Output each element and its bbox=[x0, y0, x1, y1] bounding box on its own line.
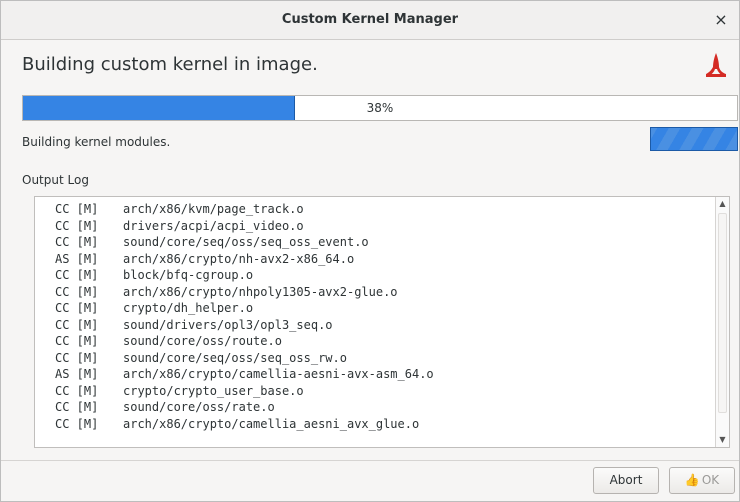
log-line-path: arch/x86/crypto/camellia-aesni-avx-asm_6… bbox=[123, 367, 434, 381]
log-line-path: sound/core/seq/oss/seq_oss_event.o bbox=[123, 235, 369, 249]
log-line-prefix: CC [M] bbox=[55, 284, 99, 299]
log-line: CC [M] sound/core/seq/oss/seq_oss_event.o bbox=[55, 234, 434, 251]
scroll-up-icon[interactable]: ▲ bbox=[716, 197, 729, 211]
red-ribbon-logo-icon bbox=[706, 53, 726, 77]
log-line-prefix: CC [M] bbox=[55, 218, 99, 233]
log-line-prefix: CC [M] bbox=[55, 350, 99, 365]
log-line-path: sound/core/oss/route.o bbox=[123, 334, 282, 348]
log-line-path: sound/core/oss/rate.o bbox=[123, 400, 275, 414]
log-line-path: arch/x86/crypto/camellia_aesni_avx_glue.… bbox=[123, 416, 420, 431]
dialog-content: Building custom kernel in image. 38% Bui… bbox=[1, 40, 739, 461]
log-line-prefix: CC [M] bbox=[55, 400, 99, 414]
log-line: CC [M] sound/core/oss/route.o bbox=[55, 333, 434, 350]
log-line: CC [M] sound/core/seq/oss/seq_oss_rw.o bbox=[55, 350, 434, 367]
log-line-prefix: CC [M] bbox=[55, 334, 99, 348]
log-line-prefix: CC [M] bbox=[55, 317, 99, 332]
page-title: Building custom kernel in image. bbox=[22, 54, 318, 75]
abort-button[interactable]: Abort bbox=[593, 467, 659, 494]
log-line-prefix: CC [M] bbox=[55, 268, 99, 282]
log-line: AS [M] arch/x86/crypto/nh-avx2-x86_64.o bbox=[55, 251, 434, 268]
log-line-prefix: CC [M] bbox=[55, 416, 99, 431]
close-icon[interactable]: × bbox=[711, 10, 731, 30]
log-line: AS [M] arch/x86/crypto/camellia-aesni-avx… bbox=[55, 366, 434, 383]
output-log-label: Output Log bbox=[22, 173, 89, 187]
output-log[interactable]: CC [M] arch/x86/kvm/page_track.o CC [M] dri… bbox=[34, 196, 730, 448]
ok-button[interactable]: 👍 OK bbox=[669, 467, 735, 494]
log-line: CC [M] drivers/acpi/acpi_video.o bbox=[55, 218, 434, 235]
log-line-path: sound/drivers/opl3/opl3_seq.o bbox=[123, 317, 333, 332]
log-line-prefix: AS [M] bbox=[55, 367, 99, 381]
log-line: CC [M] block/bfq-cgroup.o bbox=[55, 267, 434, 284]
scroll-thumb[interactable] bbox=[718, 213, 727, 413]
log-line-path: arch/x86/crypto/nhpoly1305-avx2-glue.o bbox=[123, 284, 398, 299]
progress-percent: 38% bbox=[366, 101, 394, 115]
status-text: Building kernel modules. bbox=[22, 135, 171, 149]
build-progress-bar: 38% bbox=[22, 95, 738, 121]
log-lines: CC [M] arch/x86/kvm/page_track.o CC [M] dri… bbox=[55, 201, 434, 432]
scroll-down-icon[interactable]: ▼ bbox=[716, 433, 729, 447]
log-line: CC [M] sound/drivers/opl3/opl3_seq.o bbox=[55, 317, 434, 334]
dialog-footer: Abort 👍 OK bbox=[1, 460, 739, 501]
log-line-path: block/bfq-cgroup.o bbox=[123, 268, 254, 282]
log-line: CC [M] crypto/dh_helper.o bbox=[55, 300, 434, 317]
log-line: CC [M] arch/x86/kvm/page_track.o bbox=[55, 201, 434, 218]
log-line-path: arch/x86/crypto/nh-avx2-x86_64.o bbox=[123, 251, 355, 266]
log-line-path: crypto/dh_helper.o bbox=[123, 301, 254, 315]
thumbs-up-icon: 👍 bbox=[684, 473, 700, 487]
title-bar[interactable]: Custom Kernel Manager × bbox=[1, 1, 739, 40]
ok-button-label: OK bbox=[701, 473, 720, 487]
log-line-path: sound/core/seq/oss/seq_oss_rw.o bbox=[123, 350, 347, 365]
dialog-window: Custom Kernel Manager × Building custom … bbox=[0, 0, 740, 502]
log-line-prefix: CC [M] bbox=[55, 202, 99, 216]
log-line-prefix: CC [M] bbox=[55, 383, 99, 398]
window-title: Custom Kernel Manager bbox=[281, 12, 459, 27]
log-line: CC [M] sound/core/oss/rate.o bbox=[55, 399, 434, 416]
log-line-path: crypto/crypto_user_base.o bbox=[123, 383, 304, 398]
log-line-prefix: CC [M] bbox=[55, 235, 99, 249]
log-line: CC [M] crypto/crypto_user_base.o bbox=[55, 383, 434, 400]
log-line-path: drivers/acpi/acpi_video.o bbox=[123, 218, 304, 233]
log-line: CC [M] arch/x86/crypto/camellia_aesni_avx… bbox=[55, 416, 434, 433]
log-line-prefix: AS [M] bbox=[55, 251, 99, 266]
activity-indicator bbox=[650, 127, 738, 151]
log-scrollbar[interactable]: ▲ ▼ bbox=[715, 197, 729, 447]
log-line-prefix: CC [M] bbox=[55, 301, 99, 315]
log-line-path: arch/x86/kvm/page_track.o bbox=[123, 202, 304, 216]
log-line: CC [M] arch/x86/crypto/nhpoly1305-avx2-gl… bbox=[55, 284, 434, 301]
